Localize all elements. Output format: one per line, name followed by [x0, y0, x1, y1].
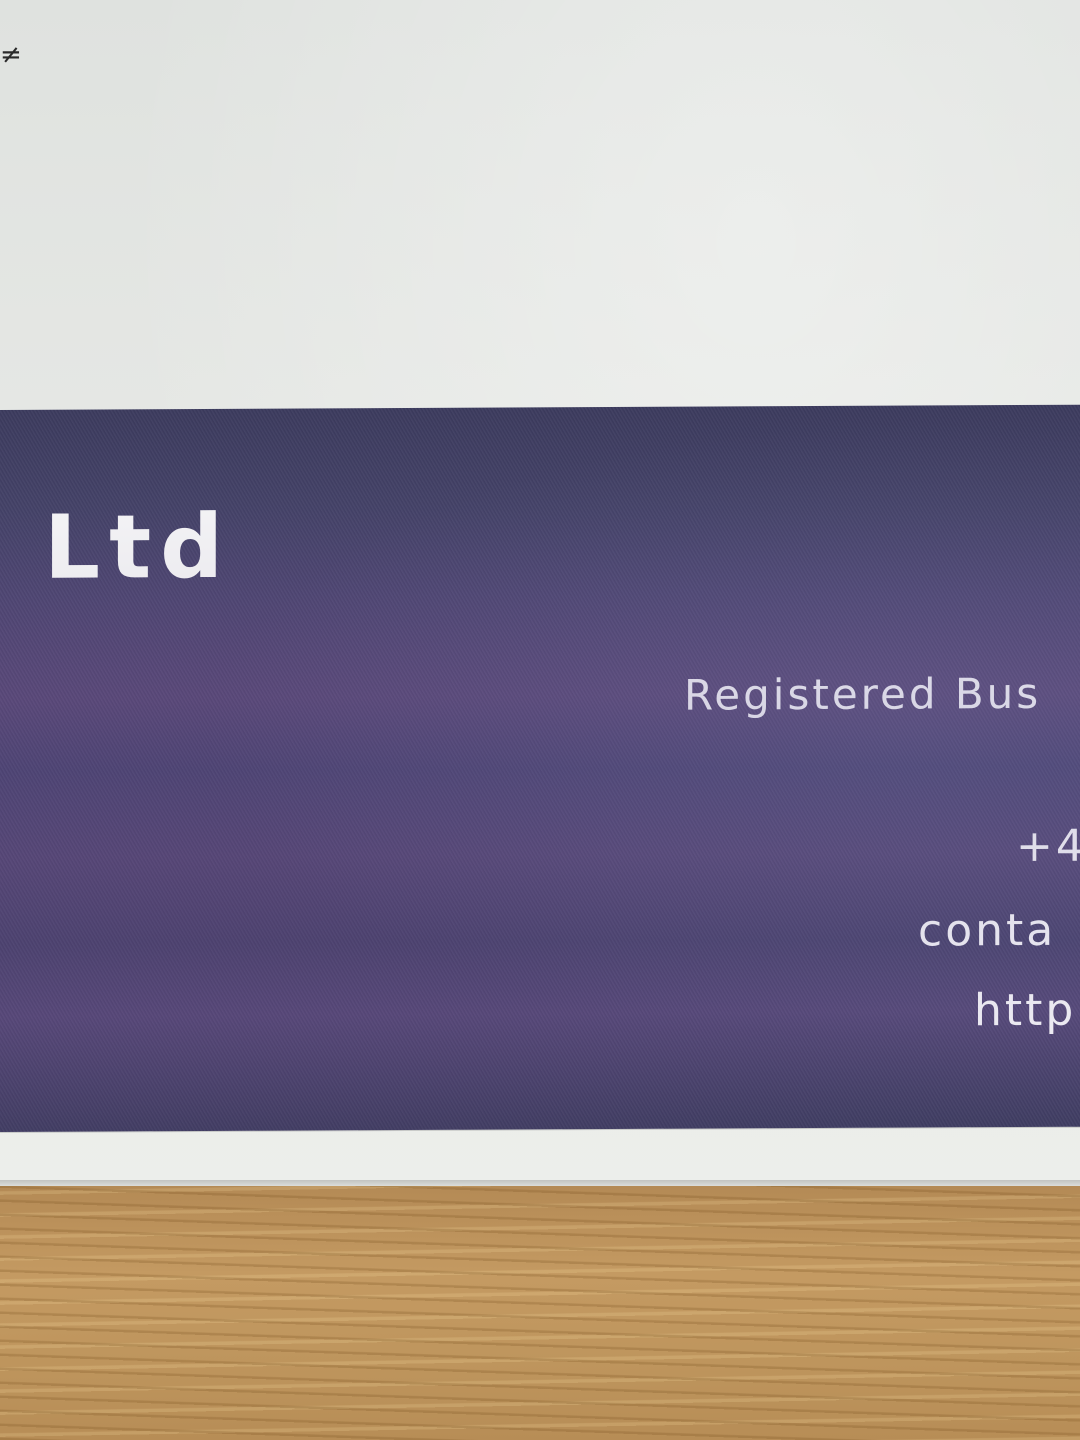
phone-line: +4 [1016, 820, 1080, 873]
registered-business-line: Registered Bus [684, 668, 1042, 720]
paper-edge-mark: ≠ [0, 40, 22, 70]
purple-banner: Ltd Registered Bus +4 conta http [0, 404, 1080, 1133]
company-name-fragment: Ltd [44, 494, 233, 599]
photo-scene: ≠ Ltd Registered Bus +4 conta http [0, 0, 1080, 1440]
wooden-table [0, 1186, 1080, 1440]
website-line: http [974, 984, 1077, 1037]
email-line: conta [918, 904, 1057, 957]
